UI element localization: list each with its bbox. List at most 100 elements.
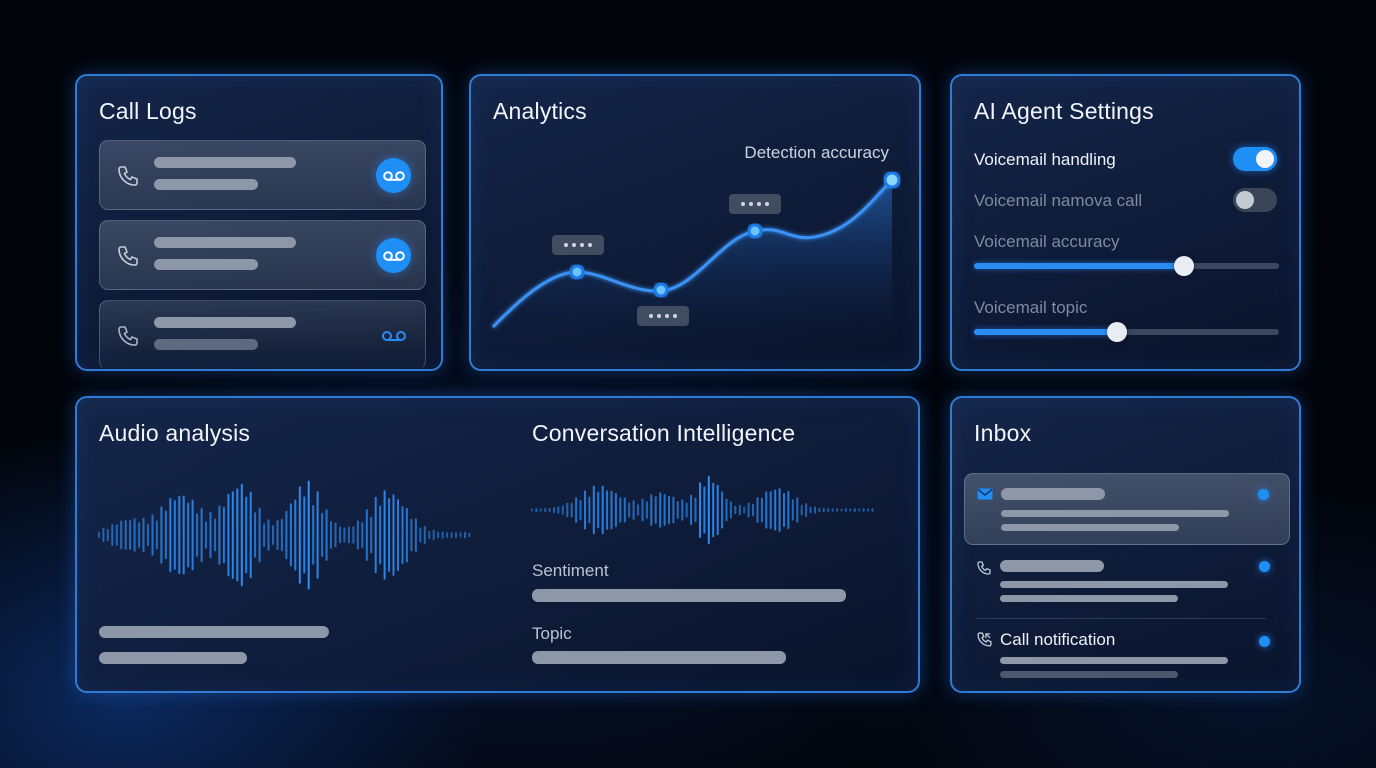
waveform-bar [379,505,382,565]
waveform-bar [312,505,315,565]
tooltip-point-2 [637,306,689,326]
waveform-bar [681,499,684,521]
waveform-bar [539,508,542,512]
slider-thumb[interactable] [1107,322,1128,342]
waveform-bar [632,500,635,520]
voicemail-icon[interactable] [376,238,411,273]
waveform-bar [623,497,626,523]
waveform-bar [645,501,648,519]
audio-detail-placeholder [99,652,247,664]
waveform-bar [827,508,830,512]
topic-label: Topic [532,624,572,643]
waveform-bar [769,491,772,529]
call-detail-placeholder [154,259,258,270]
waveform-bar [321,512,324,557]
waveform-bar [133,518,136,552]
waveform-bar [124,520,127,550]
waveform-bar [663,494,666,526]
voicemail-call-label: Voicemail namova call [974,191,1143,210]
waveform-bar [388,498,391,572]
waveform-bar [129,520,132,550]
waveform-bar [432,529,435,541]
phone-icon [118,166,138,186]
waveform-bar [867,508,869,512]
call-log-item[interactable] [99,220,426,290]
call-detail-placeholder [154,339,258,350]
inbox-item-call[interactable] [964,556,1290,610]
waveform-bar [187,502,190,568]
call-detail-placeholder [1000,581,1228,588]
call-logs-panel: Call Logs [75,74,443,371]
data-point [883,171,901,189]
waveform-bar [566,502,569,518]
waveform-bar [800,504,803,516]
waveform-bar [721,491,724,529]
waveform-bar [849,508,852,512]
waveform-bar [111,524,114,546]
voicemail-handling-label: Voicemail handling [974,150,1116,169]
waveform-bar [401,506,404,564]
voicemail-icon[interactable] [376,158,411,193]
waveform-bar [164,510,167,560]
phone-icon [977,561,991,575]
slider-thumb[interactable] [1174,256,1195,276]
audio-analysis-panel: Audio analysis Conversation Intelligence… [75,396,920,693]
sentiment-label: Sentiment [532,561,609,580]
conversation-intelligence-title: Conversation Intelligence [532,420,796,446]
waveform-bar [544,507,547,513]
audio-summary-placeholder [99,626,329,638]
waveform-bar [778,488,781,532]
voicemail-icon[interactable] [376,318,411,353]
waveform-bar [729,501,732,519]
voicemail-accuracy-label: Voicemail accuracy [974,232,1120,251]
waveform-bar [765,491,768,529]
waveform-bar [738,504,741,516]
waveform-bar [249,491,252,579]
waveform-bar [814,506,816,514]
waveform-bar [450,532,453,538]
call-notification-label: Call notification [1000,630,1116,649]
waveform-bar [699,482,701,538]
voicemail-accuracy-slider[interactable] [974,256,1279,276]
waveform-bar [370,516,373,554]
slider-fill [974,329,1118,335]
inbox-item-message[interactable] [964,473,1290,545]
waveform-bar [619,497,622,523]
waveform-bar [343,527,346,543]
waveform-bar [712,482,715,538]
waveform-bar [276,519,279,551]
waveform-bar [464,531,466,539]
waveform-bar [628,502,631,518]
waveform-bar [760,497,763,523]
unread-dot [1258,489,1269,500]
call-log-item[interactable] [99,140,426,210]
waveform-bar [858,508,861,512]
waveform-bar [307,480,310,590]
tooltip-point-1 [552,235,604,255]
waveform-bar [553,506,555,514]
inbox-item-call-notification[interactable]: Call notification [964,628,1290,678]
toggle-knob [1256,150,1274,168]
waveform-bar [530,508,533,512]
voicemail-handling-toggle[interactable] [1233,147,1277,171]
waveform-bar [102,527,105,543]
waveform-bar [240,483,243,587]
voicemail-topic-slider[interactable] [974,322,1279,342]
waveform-bar [606,490,609,530]
waveform-bar [535,507,538,513]
waveform-bar [115,524,118,546]
waveform-bar [142,517,145,553]
waveform-bar [205,521,207,549]
audio-analysis-title: Audio analysis [99,420,251,446]
waveform-bar [289,503,292,567]
waveform-bar [254,512,257,558]
voicemail-call-toggle[interactable] [1233,188,1277,212]
waveform-bar [774,489,777,531]
waveform-bar [853,508,856,513]
waveform-bar [668,495,670,525]
waveform-bar [557,506,560,514]
waveform-bar [231,491,234,579]
call-log-item[interactable] [99,300,426,369]
conversation-waveform [530,476,874,544]
waveform-bar [446,532,449,538]
